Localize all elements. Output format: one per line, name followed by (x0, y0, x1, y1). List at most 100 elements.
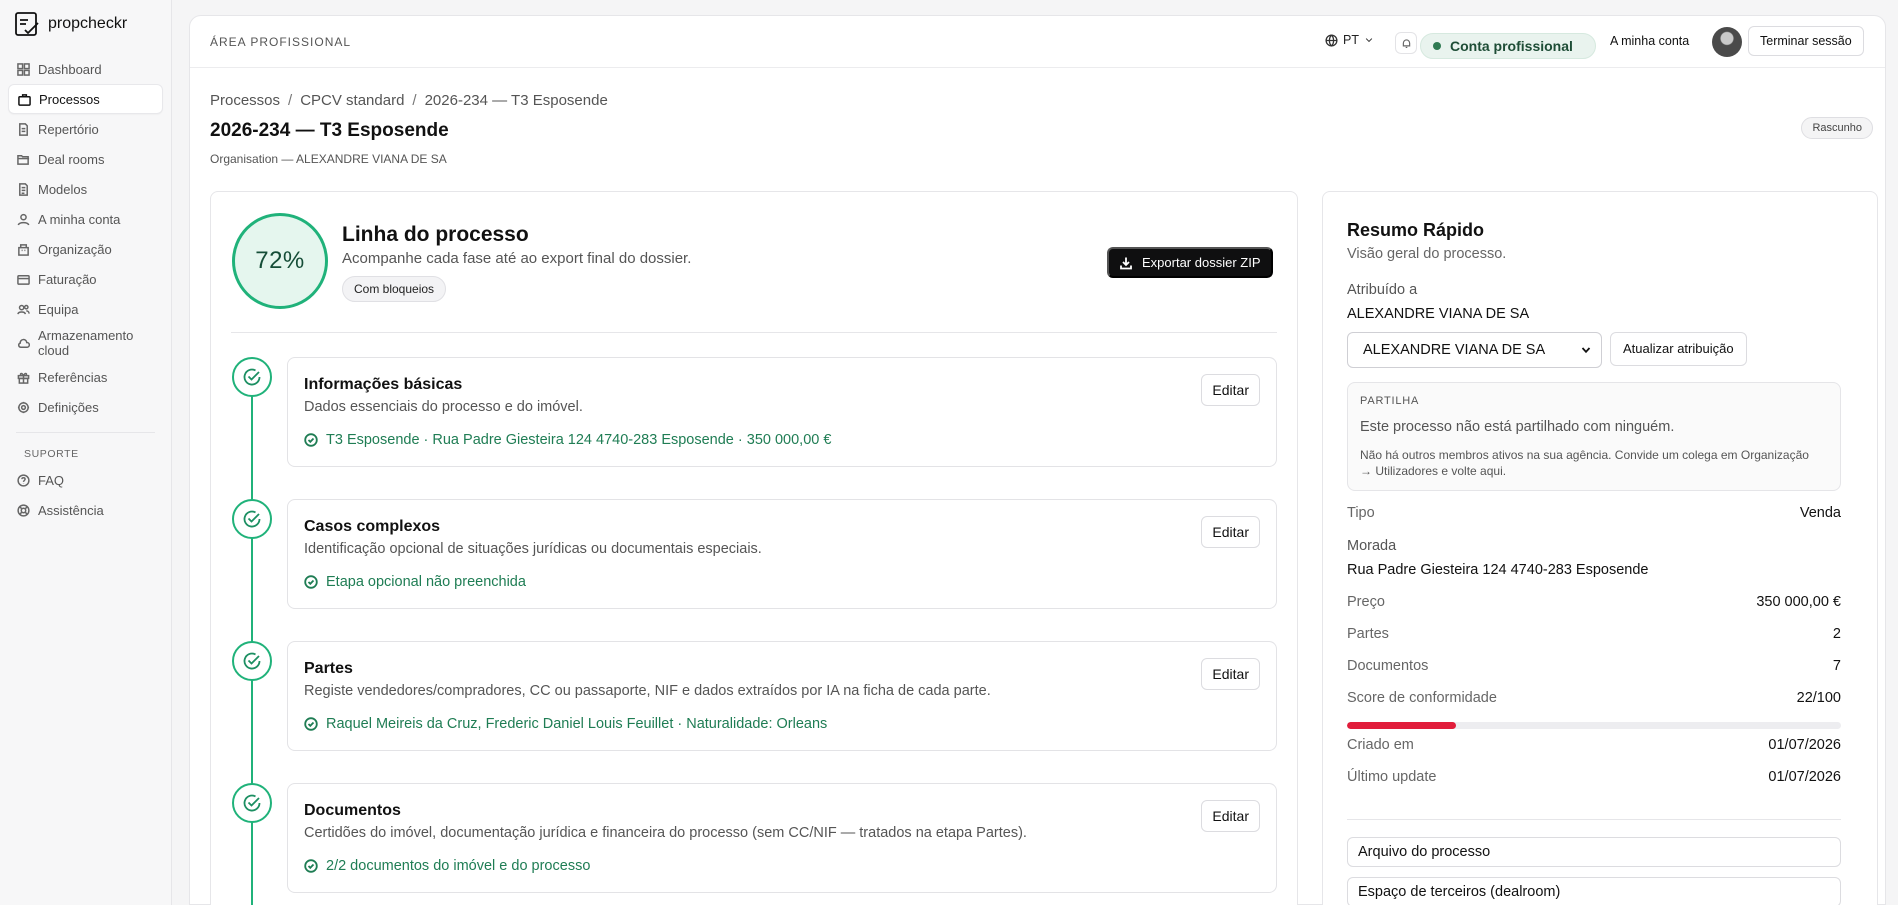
status-badge: Rascunho (1801, 117, 1873, 139)
summary-key: Documentos (1347, 658, 1429, 674)
assigned-value: ALEXANDRE VIANA DE SA (1347, 306, 1530, 322)
sidebar-item-faq[interactable]: FAQ (8, 465, 163, 495)
pro-badge-label: Conta profissional (1450, 38, 1573, 54)
sidebar-item-definicoes[interactable]: Definições (8, 392, 163, 422)
sidebar-item-label: Armazenamento cloud (38, 328, 134, 358)
step-card-partes: Partes Registe vendedores/compradores, C… (287, 641, 1277, 751)
check-circle-icon (243, 652, 261, 670)
sidebar-item-organizacao[interactable]: Organização (8, 234, 163, 264)
sidebar-item-label: Assistência (38, 502, 104, 518)
user-icon (16, 212, 30, 226)
sidebar-item-assistencia[interactable]: Assistência (8, 495, 163, 525)
sidebar-item-processos[interactable]: Processos (8, 84, 163, 114)
page-title: 2026-234 — T3 Esposende (210, 120, 449, 141)
summary-value: 2 (1832, 626, 1841, 642)
check-circle-icon (304, 575, 318, 589)
summary-row-criado: Criado em 01/07/2026 (1347, 737, 1841, 753)
dashboard-icon (16, 62, 30, 76)
lifebuoy-icon (16, 503, 30, 517)
process-archive-button[interactable]: Arquivo do processo (1347, 837, 1841, 867)
sidebar-nav: Dashboard Processos Repertório Deal room… (0, 54, 171, 525)
step-card-informacoes-basicas: Informações básicas Dados essenciais do … (287, 357, 1277, 467)
step-description: Dados essenciais do processo e do imóvel… (304, 399, 583, 415)
summary-subtitle: Visão geral do processo. (1347, 246, 1507, 262)
check-circle-icon (304, 717, 318, 731)
summary-key: Último update (1347, 769, 1437, 785)
sidebar-item-repertorio[interactable]: Repertório (8, 114, 163, 144)
step-description: Registe vendedores/compradores, CC ou pa… (304, 683, 991, 699)
area-label: ÁREA PROFISSIONAL (210, 34, 352, 49)
sidebar-item-dashboard[interactable]: Dashboard (8, 54, 163, 84)
language-selector[interactable]: PT (1325, 33, 1374, 47)
cloud-icon (16, 336, 30, 350)
edit-button[interactable]: Editar (1201, 374, 1260, 406)
summary-row-preco: Preço 350 000,00 € (1347, 594, 1841, 610)
edit-button[interactable]: Editar (1201, 658, 1260, 690)
export-dossier-label: Exportar dossier ZIP (1142, 255, 1261, 270)
check-circle-icon (304, 433, 318, 447)
document-icon (16, 122, 30, 136)
compliance-score-fill (1347, 722, 1456, 729)
step-card-documentos: Documentos Certidões do imóvel, document… (287, 783, 1277, 893)
sidebar-item-label: A minha conta (38, 211, 121, 227)
step-status: Etapa opcional não preenchida (304, 574, 526, 590)
sidebar: propcheckr Dashboard Processos Repertóri… (0, 0, 172, 905)
summary-value: 01/07/2026 (1768, 769, 1841, 785)
help-circle-icon (16, 473, 30, 487)
brand-name: propcheckr (48, 15, 128, 32)
sharing-heading: PARTILHA (1360, 395, 1420, 407)
blocked-chip: Com bloqueios (342, 276, 447, 302)
avatar[interactable] (1712, 27, 1742, 57)
export-dossier-button[interactable]: Exportar dossier ZIP (1107, 247, 1273, 278)
edit-button[interactable]: Editar (1201, 516, 1260, 548)
summary-row-score: Score de conformidade 22/100 (1347, 690, 1841, 706)
morada-value: Rua Padre Giesteira 124 4740-283 Esposen… (1347, 562, 1649, 578)
sidebar-item-referencias[interactable]: Referências (8, 362, 163, 392)
assigned-label: Atribuído a (1347, 282, 1418, 298)
dealroom-button[interactable]: Espaço de terceiros (dealroom) (1347, 877, 1841, 905)
sidebar-item-equipa[interactable]: Equipa (8, 294, 163, 324)
sidebar-item-faturacao[interactable]: Faturação (8, 264, 163, 294)
sidebar-section-suporte: SUPORTE (24, 448, 79, 460)
language-label: PT (1343, 33, 1359, 47)
summary-key: Partes (1347, 626, 1389, 642)
breadcrumb-item-current: 2026-234 — T3 Esposende (424, 92, 608, 109)
summary-row-partes: Partes 2 (1347, 626, 1841, 642)
gift-icon (16, 370, 30, 384)
step-title: Casos complexos (304, 518, 441, 535)
sidebar-item-modelos[interactable]: Modelos (8, 174, 163, 204)
check-circle-icon (243, 368, 261, 386)
sidebar-item-deal-rooms[interactable]: Deal rooms (8, 144, 163, 174)
summary-row-update: Último update 01/07/2026 (1347, 769, 1841, 785)
brand[interactable]: propcheckr (0, 0, 171, 48)
logout-button[interactable]: Terminar sessão (1748, 26, 1864, 56)
sidebar-item-minha-conta[interactable]: A minha conta (8, 204, 163, 234)
my-account-link[interactable]: A minha conta (1610, 34, 1689, 48)
users-icon (16, 302, 30, 316)
sharing-note: Não há outros membros ativos na sua agên… (1360, 448, 1809, 478)
check-circle-icon (243, 510, 261, 528)
update-assignment-button[interactable]: Atualizar atribuição (1610, 332, 1747, 366)
morada-label: Morada (1347, 538, 1397, 554)
sidebar-item-label: Equipa (38, 301, 79, 317)
step-status: Raquel Meireis da Cruz, Frederic Daniel … (304, 716, 827, 732)
assignee-select[interactable]: ALEXANDRE VIANA DE SA (1347, 332, 1602, 368)
step-title: Informações básicas (304, 376, 463, 393)
breadcrumb-item-template[interactable]: CPCV standard (300, 92, 404, 109)
notifications-button[interactable] (1395, 32, 1417, 54)
sidebar-item-label: Processos (39, 91, 100, 107)
step-title: Documentos (304, 802, 401, 819)
summary-title: Resumo Rápido (1347, 220, 1485, 240)
compliance-score-bar (1347, 722, 1841, 729)
quick-summary-card: Resumo Rápido Visão geral do processo. A… (1322, 191, 1878, 905)
chevron-down-icon (1581, 347, 1591, 354)
sidebar-item-armazenamento-cloud[interactable]: Armazenamento cloud (8, 324, 163, 362)
step-status-text: 2/2 documentos do imóvel e do processo (326, 858, 591, 874)
globe-icon (1325, 33, 1338, 47)
sharing-status: Este processo não está partilhado com ni… (1360, 419, 1675, 435)
breadcrumb-item-processos[interactable]: Processos (210, 92, 280, 109)
step-description: Certidões do imóvel, documentação jurídi… (304, 825, 1027, 841)
summary-key: Tipo (1347, 505, 1375, 521)
chevron-down-icon (1365, 38, 1373, 43)
edit-button[interactable]: Editar (1201, 800, 1260, 832)
